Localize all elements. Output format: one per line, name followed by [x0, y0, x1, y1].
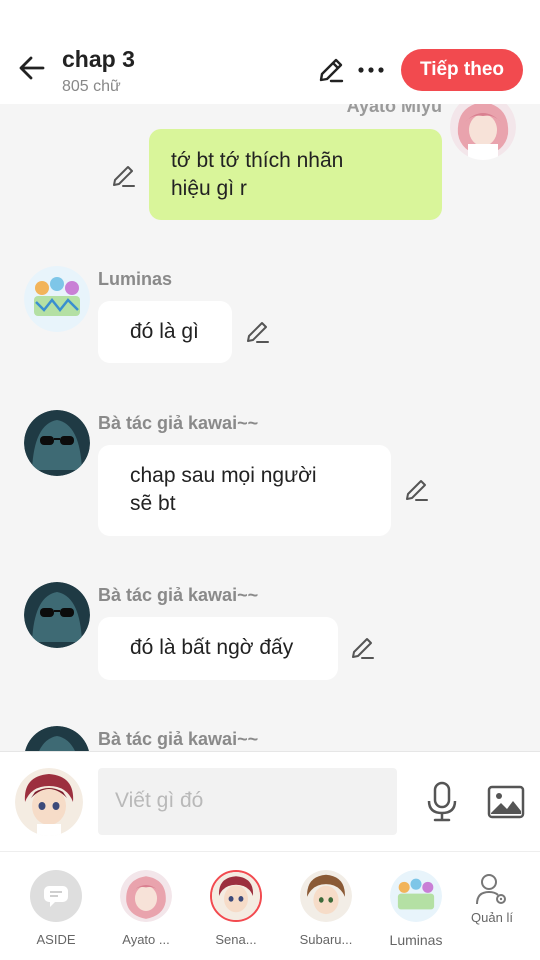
avatar[interactable] [450, 104, 516, 160]
microphone-icon [427, 781, 457, 822]
nav-label: Sena... [215, 932, 257, 947]
attach-image-button[interactable] [486, 782, 526, 822]
chat-area[interactable]: Ayato Miyu tớ bt tớ thích nhãn hiệu gì r [0, 104, 540, 751]
avatar[interactable] [24, 726, 90, 751]
arrow-left-icon [19, 56, 45, 80]
nav-label: Quản lí [471, 910, 513, 925]
message-line: đó là gì [130, 320, 199, 343]
message-bubble[interactable]: chap sau mọi người sẽ bt [98, 445, 391, 536]
image-icon [487, 785, 525, 819]
pencil-icon [319, 58, 344, 83]
message-sender: Bà tác giả kawai~~ [98, 413, 259, 433]
brown-hair-avatar [300, 870, 352, 922]
colorful-group-icon [24, 266, 90, 332]
dark-hooded-sunglasses-icon [24, 726, 90, 751]
nav-sena[interactable]: Sena... [196, 870, 276, 952]
pencil-icon [352, 638, 374, 659]
pencil-icon [113, 166, 135, 187]
message-sender: Luminas [98, 269, 173, 289]
message-input[interactable]: Viết gì đó [98, 768, 397, 835]
speaker-avatar[interactable] [15, 768, 83, 836]
colorful-group-avatar [390, 870, 442, 922]
message-line: đó là bất ngờ đấy [130, 636, 294, 659]
nav-label: Subaru... [299, 932, 353, 947]
avatar[interactable] [24, 266, 90, 332]
edit-message-button[interactable] [404, 477, 430, 503]
nav-subaru[interactable]: Subaru... [286, 870, 366, 952]
message-bubble[interactable]: đó là gì [98, 301, 232, 363]
user-settings-icon [476, 874, 506, 905]
edit-message-button[interactable] [350, 635, 376, 661]
pink-hair-avatar [120, 870, 172, 922]
pencil-icon [247, 322, 269, 343]
back-button[interactable] [14, 50, 50, 86]
more-horizontal-icon [358, 67, 384, 73]
avatar[interactable] [24, 410, 90, 476]
nav-label: ASIDE [36, 932, 76, 947]
red-hair-avatar [210, 870, 262, 922]
header: chap 3 805 chữ Tiếp theo [0, 0, 540, 104]
message-bubble[interactable]: đó là bất ngờ đấy [98, 617, 338, 680]
message-line: sẽ bt [130, 492, 176, 515]
message-line: chap sau mọi người [130, 464, 317, 487]
more-options-button[interactable] [354, 54, 388, 86]
avatar[interactable] [24, 582, 90, 648]
nav-ayato[interactable]: Ayato ... [106, 870, 186, 952]
message-line: hiệu gì r [171, 177, 247, 200]
voice-input-button[interactable] [422, 780, 462, 824]
edit-message-button[interactable] [245, 319, 271, 345]
nav-luminas[interactable]: Luminas [376, 870, 456, 952]
message-sender: Bà tác giả kawai~~ [98, 585, 259, 605]
edit-message-button[interactable] [111, 163, 137, 189]
dark-hooded-sunglasses-icon [24, 410, 90, 476]
composer-bar: Viết gì đó [0, 751, 540, 851]
nav-aside[interactable]: ASIDE [16, 870, 96, 952]
pencil-icon [406, 480, 428, 501]
message-line: tớ bt tớ thích nhãn [171, 149, 344, 172]
red-hair-character-icon [15, 768, 83, 836]
edit-button[interactable] [314, 54, 348, 86]
character-bar: ASIDE Ayato ... Sena... Subaru... Lumina… [0, 851, 540, 960]
nav-label: Luminas [389, 932, 443, 948]
chat-bubble-icon [30, 870, 82, 922]
message-bubble[interactable]: tớ bt tớ thích nhãn hiệu gì r [149, 129, 442, 220]
message-sender: Ayato Miyu [346, 104, 442, 116]
next-chapter-button[interactable]: Tiếp theo [401, 49, 523, 91]
chapter-title: chap 3 [62, 46, 135, 72]
nav-manage[interactable]: Quản lí [452, 872, 532, 954]
message-sender: Bà tác giả kawai~~ [98, 729, 259, 749]
pink-hair-character-icon [450, 104, 516, 160]
word-count: 805 chữ [62, 78, 121, 95]
nav-label: Ayato ... [122, 932, 170, 947]
dark-hooded-sunglasses-icon [24, 582, 90, 648]
